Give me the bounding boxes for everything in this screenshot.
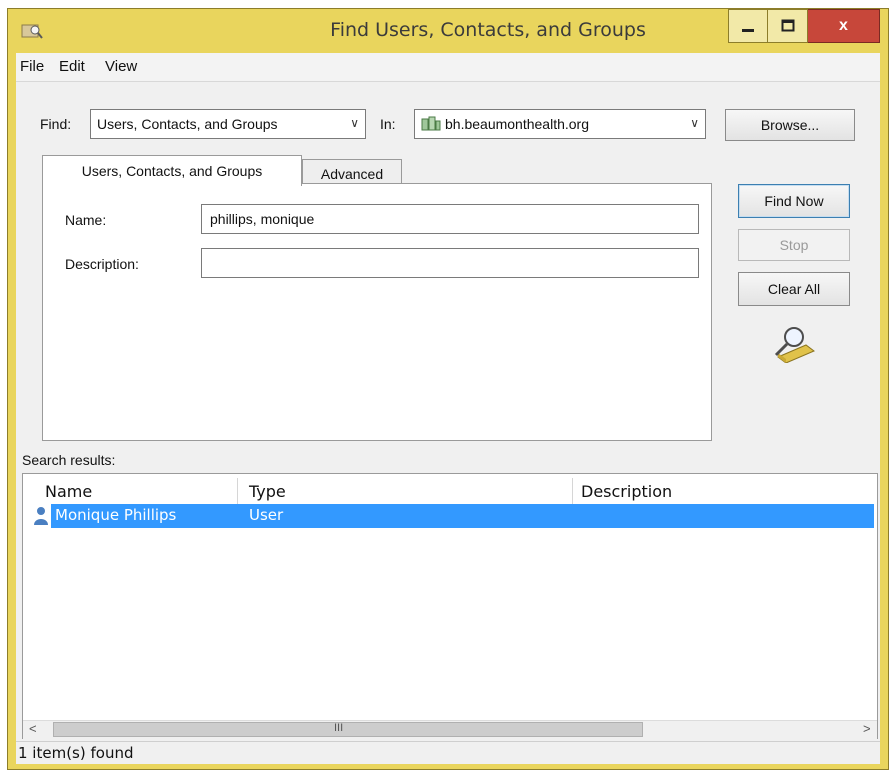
- top-strip: [0, 0, 893, 8]
- app-icon: [21, 21, 43, 41]
- find-dialog-window: Find Users, Contacts, and Groups x File …: [7, 8, 889, 770]
- find-type-combo[interactable]: Users, Contacts, and Groups ∨: [90, 109, 366, 139]
- maximize-button[interactable]: [768, 9, 808, 43]
- chevron-down-icon: ∨: [350, 116, 359, 130]
- browse-button[interactable]: Browse...: [725, 109, 855, 141]
- menu-view[interactable]: View: [105, 58, 137, 75]
- column-header-type[interactable]: Type: [249, 482, 286, 501]
- column-header-name[interactable]: Name: [45, 482, 92, 501]
- maximize-icon: [781, 19, 794, 32]
- search-results-list[interactable]: Name Type Description Monique Phillips U…: [22, 473, 878, 739]
- name-field[interactable]: phillips, monique: [201, 204, 699, 234]
- description-label: Description:: [65, 256, 139, 272]
- window-title: Find Users, Contacts, and Groups: [330, 19, 646, 41]
- dialog-client-area: File Edit View Find: Users, Contacts, an…: [16, 53, 880, 764]
- column-divider[interactable]: [572, 478, 573, 504]
- find-now-button[interactable]: Find Now: [738, 184, 850, 218]
- stop-button[interactable]: Stop: [738, 229, 850, 261]
- status-text: 1 item(s) found: [18, 744, 134, 762]
- find-label: Find:: [40, 116, 72, 132]
- column-header-description[interactable]: Description: [581, 482, 672, 501]
- scroll-grip: III: [334, 722, 344, 734]
- scroll-thumb[interactable]: III: [53, 722, 643, 737]
- tab-users-contacts-groups[interactable]: Users, Contacts, and Groups: [42, 155, 302, 186]
- find-type-value: Users, Contacts, and Groups: [97, 116, 278, 132]
- chevron-down-icon: ∨: [690, 116, 699, 130]
- menu-file[interactable]: File: [20, 58, 44, 75]
- user-icon: [33, 506, 49, 531]
- domain-icon: [421, 116, 441, 135]
- search-results-label: Search results:: [22, 452, 116, 468]
- horizontal-scrollbar[interactable]: < III >: [23, 720, 877, 739]
- table-row[interactable]: Monique Phillips User: [51, 504, 874, 528]
- magnifier-icon: [768, 323, 818, 364]
- result-name: Monique Phillips: [55, 506, 177, 524]
- menu-edit[interactable]: Edit: [59, 58, 85, 75]
- scope-combo[interactable]: bh.beaumonthealth.org ∨: [414, 109, 706, 139]
- name-field-value: phillips, monique: [210, 211, 315, 227]
- close-icon: x: [839, 17, 848, 34]
- close-button[interactable]: x: [808, 9, 880, 43]
- status-bar: 1 item(s) found: [16, 741, 880, 764]
- menu-bar: File Edit View: [16, 53, 880, 82]
- clear-all-button[interactable]: Clear All: [738, 272, 850, 306]
- minimize-button[interactable]: [728, 9, 768, 43]
- in-label: In:: [380, 116, 396, 132]
- minimize-icon: [742, 29, 754, 32]
- scroll-left-button[interactable]: <: [29, 721, 37, 736]
- scope-value: bh.beaumonthealth.org: [445, 116, 589, 132]
- description-field[interactable]: [201, 248, 699, 278]
- search-criteria-panel: Name: phillips, monique Description:: [42, 183, 712, 441]
- scroll-right-button[interactable]: >: [863, 721, 871, 736]
- result-type: User: [249, 506, 284, 524]
- title-bar[interactable]: Find Users, Contacts, and Groups x: [8, 9, 888, 53]
- column-divider[interactable]: [237, 478, 238, 504]
- name-label: Name:: [65, 212, 107, 228]
